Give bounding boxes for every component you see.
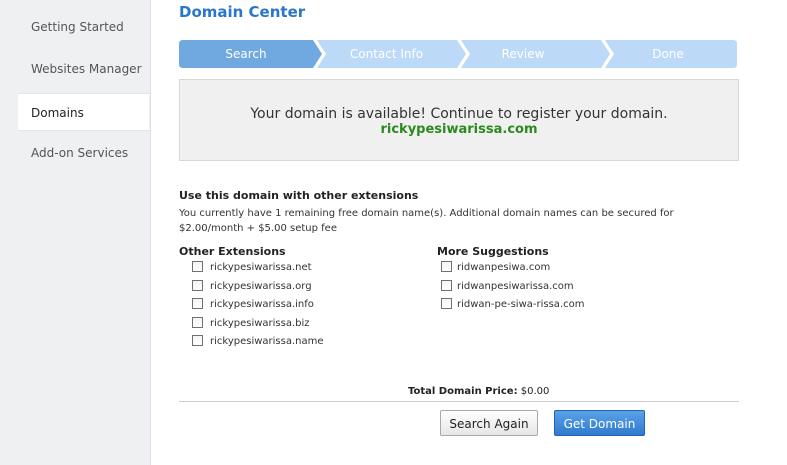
extension-label: rickypesiwarissa.org (210, 281, 312, 292)
suggestion-label: ridwanpesiwa.com (457, 262, 551, 273)
step-search: Search (225, 47, 267, 61)
sidebar-item-addon-services[interactable]: Add-on Services (0, 134, 148, 172)
sidebar-item-domains[interactable]: Domains (18, 93, 149, 131)
extensions-description: You currently have 1 remaining free doma… (179, 208, 674, 234)
suggestion-label: ridwanpesiwarissa.com (457, 281, 574, 292)
search-again-button[interactable]: Search Again (440, 410, 538, 436)
total-price: Total Domain Price: $0.00 (408, 386, 549, 397)
suggestion-checkbox[interactable] (441, 261, 452, 272)
extension-label: rickypesiwarissa.biz (210, 318, 310, 329)
availability-box: Your domain is available! Continue to re… (179, 79, 739, 161)
extension-checkbox[interactable] (192, 298, 203, 309)
extension-label: rickypesiwarissa.net (210, 262, 312, 273)
total-price-label: Total Domain Price: (408, 386, 518, 397)
step-review: Review (501, 47, 545, 61)
step-done: Done (652, 47, 684, 61)
divider (179, 401, 739, 402)
suggestion-checkbox[interactable] (441, 280, 452, 291)
more-suggestions-title: More Suggestions (437, 245, 549, 258)
sidebar-item-websites-manager[interactable]: Websites Manager (0, 50, 148, 88)
availability-message: Your domain is available! Continue to re… (250, 106, 668, 122)
extension-checkbox[interactable] (192, 280, 203, 291)
suggestion-label: ridwan-pe-siwa-rissa.com (457, 299, 585, 310)
extension-checkbox[interactable] (192, 261, 203, 272)
sidebar: Getting Started Websites Manager Domains… (0, 0, 151, 465)
page-title: Domain Center (179, 3, 306, 21)
sidebar-item-getting-started[interactable]: Getting Started (0, 8, 148, 46)
step-contact-info: Contact Info (349, 47, 424, 61)
extension-checkbox[interactable] (192, 317, 203, 328)
get-domain-button[interactable]: Get Domain (554, 410, 645, 436)
extension-label: rickypesiwarissa.name (210, 336, 324, 347)
extension-label: rickypesiwarissa.info (210, 299, 314, 310)
suggestion-checkbox[interactable] (441, 298, 452, 309)
extension-checkbox[interactable] (192, 335, 203, 346)
extensions-heading: Use this domain with other extensions (179, 189, 419, 202)
wizard-steps: Search Contact Info Review Done (179, 40, 737, 68)
total-price-value: $0.00 (520, 386, 550, 397)
other-extensions-title: Other Extensions (179, 245, 286, 258)
available-domain: rickypesiwarissa.com (380, 122, 538, 137)
